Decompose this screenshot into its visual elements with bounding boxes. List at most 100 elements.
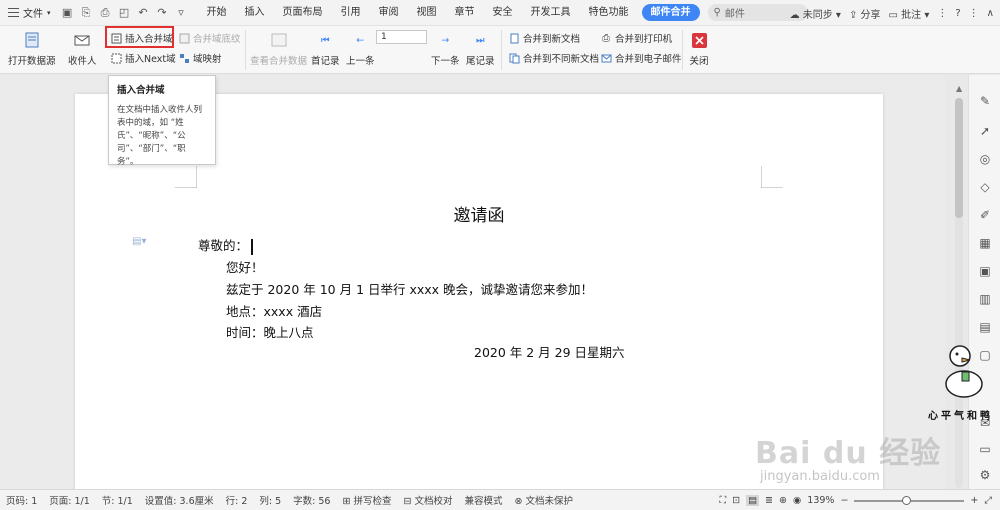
tab-3[interactable]: 引用 (332, 0, 370, 26)
eye-protect-icon[interactable]: ◉ (793, 495, 801, 506)
customize-icon[interactable]: ▿ (175, 6, 188, 19)
status-row: 行: 2 (225, 496, 248, 507)
email-icon (600, 52, 612, 64)
shading-icon (178, 32, 190, 44)
zoom-level[interactable]: 139% (807, 495, 834, 506)
insert-next-field-button[interactable]: 插入Next域 (110, 51, 176, 65)
first-record-button[interactable]: ⏮ 首记录 (311, 30, 340, 68)
table-icon[interactable]: ▦ (977, 235, 993, 251)
more-options-icon[interactable]: ⋮ (969, 8, 979, 19)
next-record-icon: → (441, 34, 450, 46)
tab-5[interactable]: 视图 (408, 0, 446, 26)
tooltip-title: 插入合并域 (117, 85, 165, 96)
printer-icon: ⎙ (602, 32, 610, 44)
recipients-button[interactable]: 收件人 (68, 30, 97, 67)
tab-8[interactable]: 开发工具 (522, 0, 580, 26)
merge-new-doc-label: 合并到新文档 (523, 34, 581, 45)
print-preview-icon[interactable]: ◰ (118, 6, 131, 19)
open-data-source-button[interactable]: 打开数据源 (8, 30, 56, 67)
scroll-thumb[interactable] (955, 98, 963, 218)
body-line: 兹定于 2020 年 10 月 1 日举行 xxxx 晚会，诚挚邀请您来参加！ (226, 282, 594, 297)
fullscreen-icon[interactable]: ⛶ (719, 495, 726, 506)
apps-icon[interactable]: ▣ (977, 263, 993, 279)
new-doc-icon (508, 32, 520, 44)
field-mapping-button[interactable]: 域映射 (178, 51, 222, 65)
hello-line: 您好！ (226, 260, 264, 275)
merge-diff-doc-label: 合并到不同新文档 (523, 54, 600, 65)
next-record-button[interactable]: → 下一条 (431, 30, 460, 68)
last-record-button[interactable]: ⏭ 尾记录 (466, 30, 495, 68)
pointer-icon[interactable]: ➚ (977, 123, 993, 139)
view-merged-data-label: 查看合并数据 (250, 56, 308, 67)
sync-button[interactable]: ☁ 未同步 ▾ (790, 6, 841, 21)
menu-bar: 文件 ▾ ▣ ⎘ ⎙ ◰ ↶ ↷ ▿ 开始 插入 页面布局 引用 审阅 视图 章节 安全 开发工… (0, 0, 1000, 26)
tab-1[interactable]: 插入 (236, 0, 274, 26)
redo-icon[interactable]: ↷ (156, 6, 169, 19)
expand-icon[interactable]: ⤢ (984, 495, 992, 506)
search-text: 邮件 (724, 9, 745, 20)
zoom-slider-knob[interactable] (902, 495, 912, 505)
last-record-icon: ⏭ (475, 34, 485, 46)
read-mode-icon[interactable]: ⊡ (732, 495, 740, 506)
margin-corner-right (761, 166, 783, 188)
share-button[interactable]: ⇪ 分享 (849, 6, 881, 21)
undo-icon[interactable]: ↶ (137, 6, 150, 19)
more-icon[interactable]: ⋮ (937, 8, 947, 19)
settings-icon[interactable]: ⚙ (977, 467, 993, 483)
tab-2[interactable]: 页面布局 (274, 0, 332, 26)
merge-diff-doc-button[interactable]: 合并到不同新文档 (508, 51, 599, 65)
print-icon[interactable]: ⎙ (99, 6, 112, 19)
page-view-icon[interactable]: ▤ (746, 495, 760, 506)
tab-7[interactable]: 安全 (484, 0, 522, 26)
help-icon[interactable]: ? (955, 8, 960, 19)
tab-10[interactable]: 邮件合并 (641, 4, 700, 21)
protect-button[interactable]: ⊗ 文档未保护 (509, 493, 580, 507)
sync-label: 未同步 (802, 9, 833, 21)
chart-icon[interactable]: ▥ (977, 291, 993, 307)
tab-9[interactable]: 特色功能 (580, 0, 638, 26)
prev-record-button[interactable]: ← 上一条 (346, 30, 375, 68)
compat-mode: 兼容模式 (464, 496, 503, 507)
scroll-up-icon[interactable]: ▲ (956, 84, 962, 93)
grid-icon[interactable]: ▤ (977, 319, 993, 335)
location-icon[interactable]: ◎ (977, 151, 993, 167)
envelope-icon (72, 30, 92, 50)
spell-check-button[interactable]: ⊞ 拼写检查 (336, 493, 397, 507)
record-number-input[interactable]: 1 (376, 30, 427, 44)
shapes-icon[interactable]: ◇ (977, 179, 993, 195)
prev-record-label: 上一条 (346, 56, 375, 67)
tab-0[interactable]: 开始 (198, 0, 236, 26)
tab-6[interactable]: 章节 (446, 0, 484, 26)
vertical-scrollbar[interactable] (955, 98, 963, 488)
merge-new-doc-button[interactable]: 合并到新文档 (508, 31, 580, 45)
close-label: 关闭 (689, 56, 709, 67)
merge-field-shading-button[interactable]: 合并域底纹 (178, 31, 241, 45)
text-cursor (251, 238, 253, 255)
select-icon[interactable]: ✎ (977, 93, 993, 109)
menu-icon (8, 8, 19, 17)
collapse-icon[interactable]: ∧ (987, 8, 994, 19)
merge-email-button[interactable]: 合并到电子邮件 (600, 51, 682, 65)
comment-button[interactable]: ▭ 批注 ▾ (889, 6, 930, 21)
status-section: 节: 1/1 (101, 496, 133, 507)
save-icon[interactable]: ▣ (61, 6, 74, 19)
zoom-out-icon[interactable]: − (840, 495, 848, 506)
outline-view-icon[interactable]: ≣ (765, 495, 773, 506)
merge-field-shading-label: 合并域底纹 (193, 34, 241, 45)
zoom-in-icon[interactable]: + (970, 495, 978, 506)
web-view-icon[interactable]: ⊕ (779, 495, 787, 506)
zoom-slider[interactable] (854, 495, 965, 505)
close-button[interactable]: 关闭 (689, 30, 709, 67)
view-data-icon (269, 30, 289, 50)
edit-icon[interactable]: ✐ (977, 207, 993, 223)
proofread-button[interactable]: ⊟ 文档校对 (397, 493, 458, 507)
paragraph-marker-icon: ▤▾ (132, 236, 147, 247)
tab-4[interactable]: 审阅 (370, 0, 408, 26)
prev-record-icon: ← (356, 34, 365, 46)
output-pdf-icon[interactable]: ⎘ (80, 6, 93, 19)
status-words[interactable]: 字数: 56 (287, 493, 336, 507)
merge-printer-button[interactable]: ⎙ 合并到打印机 (600, 31, 672, 46)
box-icon[interactable]: ▭ (977, 441, 993, 457)
view-merged-data-button[interactable]: 查看合并数据 (250, 30, 307, 67)
file-menu[interactable]: 文件 ▾ (0, 0, 57, 26)
